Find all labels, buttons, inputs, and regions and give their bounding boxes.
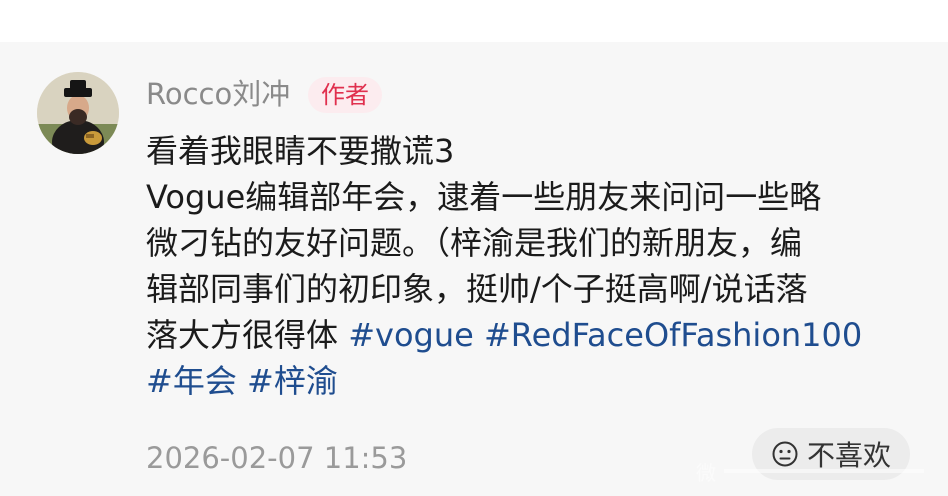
username[interactable]: Rocco刘冲: [146, 76, 290, 112]
comment-text: 看着我眼睛不要撒谎3 Vogue编辑部年会，逮着一些朋友来问问一些略 微刁钻的友…: [146, 128, 921, 404]
dislike-button[interactable]: 不喜欢: [752, 428, 910, 480]
comment-line-with-hashtags: 落大方很得体 #vogue #RedFaceOfFashion100: [146, 312, 921, 358]
hashtag-ziyu[interactable]: #梓渝: [247, 362, 338, 400]
hashtag-vogue[interactable]: #vogue: [348, 316, 474, 354]
dislike-label: 不喜欢: [806, 439, 891, 472]
comment-line: Vogue编辑部年会，逮着一些朋友来问问一些略: [146, 178, 822, 216]
neutral-face-icon: [772, 441, 798, 467]
comment-line: 落大方很得体: [146, 316, 339, 354]
hashtag-nianhui[interactable]: #年会: [146, 362, 237, 400]
avatar-portrait-image: [37, 72, 119, 154]
avatar[interactable]: [37, 72, 119, 154]
timestamp: 2026-02-07 11:53: [146, 441, 408, 475]
comment-line: 看着我眼睛不要撒谎3: [146, 132, 455, 170]
top-strip: [0, 0, 948, 42]
hashtag-redfaceoffashion100[interactable]: #RedFaceOfFashion100: [484, 316, 862, 354]
hashtag-line: #年会 #梓渝: [146, 358, 921, 404]
author-badge: 作者: [308, 77, 382, 113]
comment-line: 微刁钻的友好问题。（梓渝是我们的新朋友，编: [146, 224, 803, 262]
comment-line: 辑部同事们的初印象，挺帅/个子挺高啊/说话落: [146, 270, 808, 308]
